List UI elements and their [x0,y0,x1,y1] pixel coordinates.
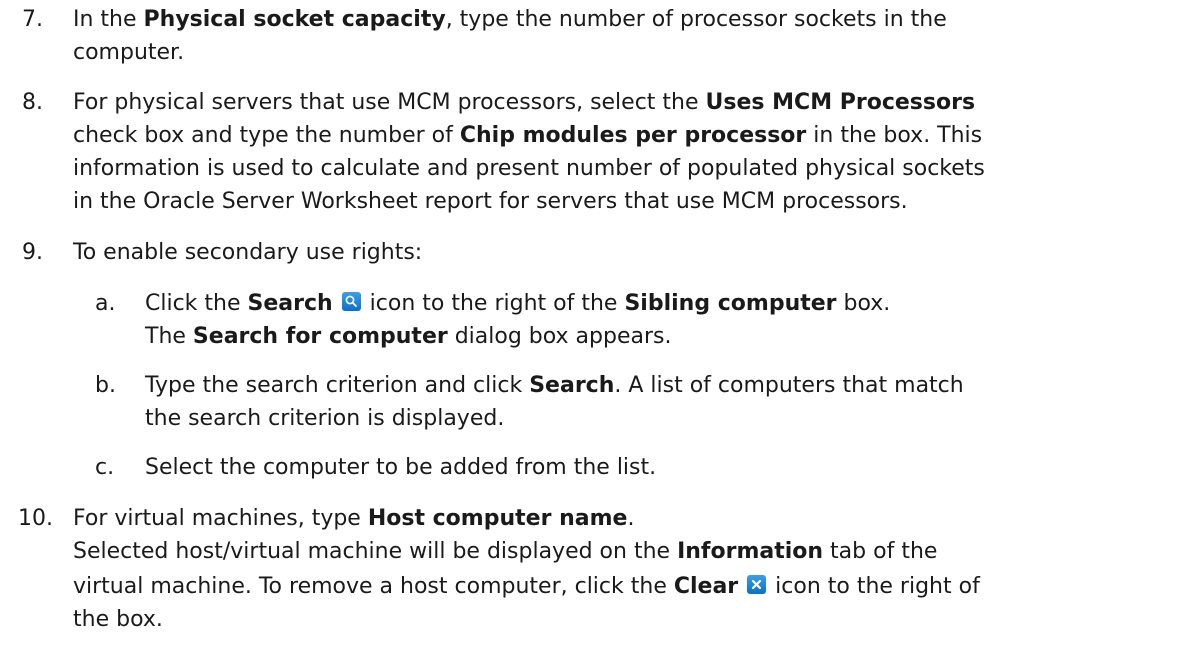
clear-icon [747,575,767,594]
ui-term: Host computer name [367,506,628,531]
text-run: dialog box appears. [447,324,672,349]
step-number: 10. [18,506,53,531]
text-run: The [145,324,193,349]
step-text: For physical servers that use MCM proces… [73,86,1183,218]
text-run: For physical servers that use MCM proces… [73,90,706,115]
text-line: Type the search criterion and click Sear… [145,369,1185,402]
text-line: computer. [73,40,185,65]
search-icon [341,292,361,311]
step-text: To enable secondary use rights: [73,236,1183,269]
step-text: In the Physical socket capacity, type th… [73,3,1183,69]
text-line: In the Physical socket capacity, type th… [73,3,1183,36]
step-number: 8. [22,90,43,115]
ui-term: Clear [673,574,739,599]
text-run: , type the number of processor sockets i… [445,7,947,32]
ui-term: Search [247,291,333,316]
text-line: Click the Search icon to the right of th… [145,287,1185,320]
text-run: Click the [145,291,248,316]
text-run: For virtual machines, type [73,506,368,531]
substep-text: Click the Search icon to the right of th… [145,287,1185,353]
ui-term: Information [677,539,824,564]
substep-letter: c. [95,455,115,480]
text-run: In the [73,7,144,32]
text-run: icon to the right of [768,574,980,599]
text-run: . [627,506,635,531]
text-run: . A list of computers that match [614,373,964,398]
text-line: For physical servers that use MCM proces… [73,86,1183,119]
text-run: tab of the [823,539,938,564]
text-line: the box. [73,607,163,632]
text-line: Select the computer to be added from the… [145,455,657,480]
step-text: For virtual machines, type Host computer… [73,502,1183,568]
text-line: For virtual machines, type Host computer… [73,502,1183,535]
ui-term: Uses MCM Processors [705,90,976,115]
text-run: in the box. This [806,123,983,148]
text-run: Selected host/virtual machine will be di… [73,539,678,564]
step-number: 7. [22,7,43,32]
substep-text: Select the computer to be added from the… [145,451,1185,484]
substep-letter: a. [95,291,116,316]
text-line: To enable secondary use rights: [73,240,423,265]
text-run: check box and type the number of [73,123,460,148]
ui-term: Physical socket capacity [143,7,446,32]
text-line: Selected host/virtual machine will be di… [73,535,1183,568]
step-number: 9. [22,240,43,265]
substep-text: Type the search criterion and click Sear… [145,369,1185,435]
text-line: information is used to calculate and pre… [73,156,985,181]
text-line: check box and type the number of Chip mo… [73,119,1183,152]
ui-term: Chip modules per processor [459,123,807,148]
text-run: Type the search criterion and click [145,373,530,398]
ui-term: Search for computer [192,324,448,349]
text-run: box. [836,291,891,316]
ui-term: Search [529,373,615,398]
substep-letter: b. [95,373,116,398]
text-line: virtual machine. To remove a host comput… [73,570,1183,603]
text-run: virtual machine. To remove a host comput… [73,574,674,599]
text-run: icon to the right of the [362,291,625,316]
ui-term: Sibling computer [624,291,837,316]
text-line: the search criterion is displayed. [145,406,505,431]
text-line: in the Oracle Server Worksheet report fo… [73,189,908,214]
step-text: virtual machine. To remove a host comput… [73,570,1183,636]
document-page: 7. In the Physical socket capacity, type… [0,0,1192,649]
text-line: The Search for computer dialog box appea… [145,320,1185,353]
